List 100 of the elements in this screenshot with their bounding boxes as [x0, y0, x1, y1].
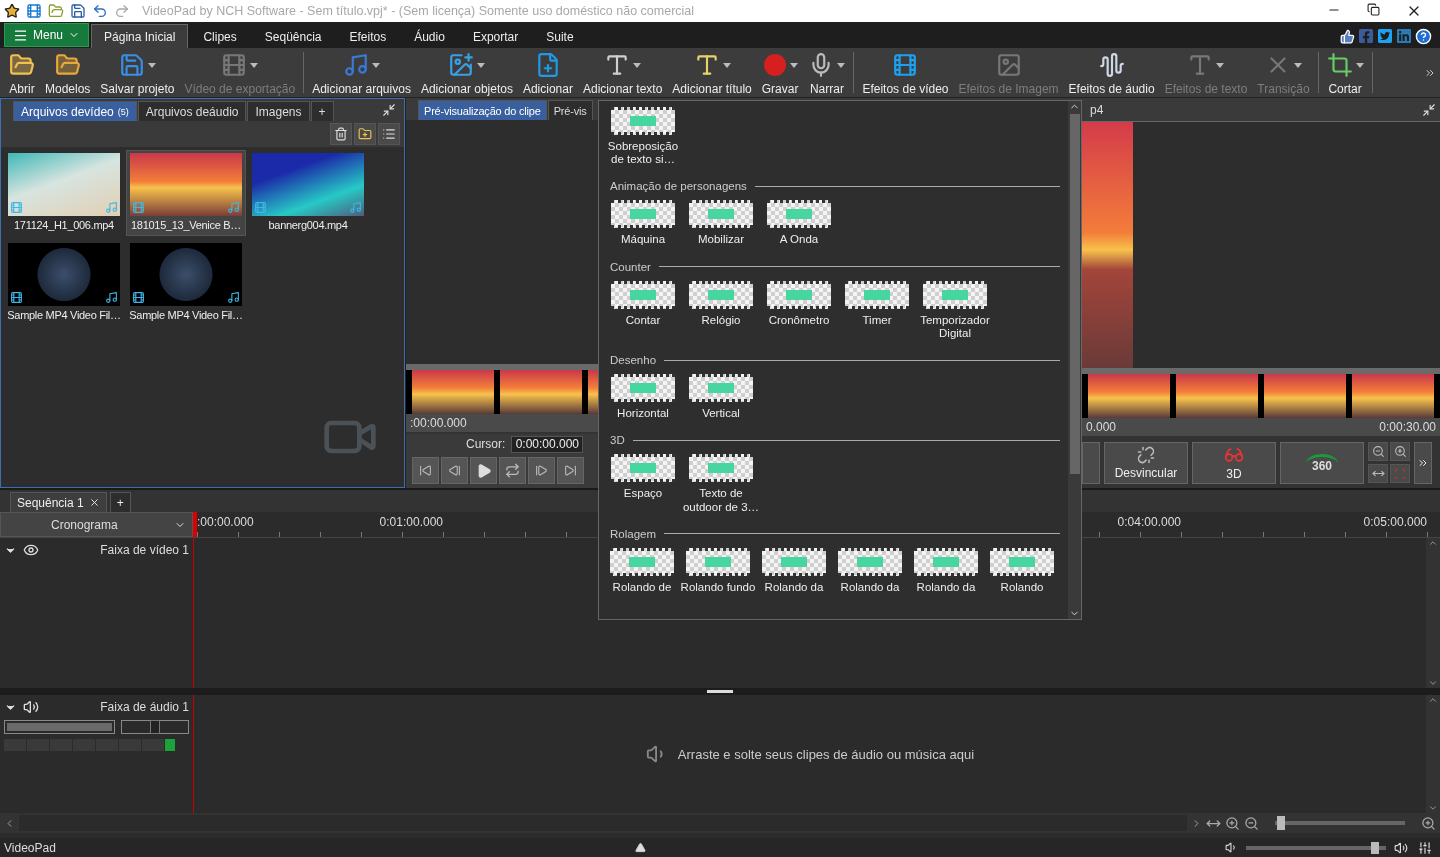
text-effect-item[interactable]: Máquina	[604, 198, 682, 253]
slider-thumb[interactable]	[1371, 841, 1380, 854]
menu-tab[interactable]: Suite	[533, 24, 587, 48]
eye-icon[interactable]	[23, 542, 39, 558]
twitter-icon[interactable]	[1377, 28, 1393, 44]
splitter-handle[interactable]	[707, 690, 733, 693]
toolbar-button[interactable]: Efeitos de vídeo	[857, 48, 954, 97]
file-tab[interactable]: +	[310, 101, 334, 121]
star-icon[interactable]	[4, 3, 20, 19]
cursor-field[interactable]: 0:00:00.000	[511, 435, 584, 453]
film-icon[interactable]	[26, 3, 42, 19]
text-effect-item[interactable]: Sobreposição de texto si…	[604, 105, 682, 173]
preview-tab[interactable]: Pré-visualização do clipe	[418, 100, 547, 120]
file-tab[interactable]: Arquivos deáudio	[137, 101, 247, 121]
mixer-icon[interactable]	[1418, 840, 1432, 855]
zoom-slider[interactable]	[1275, 816, 1405, 830]
start-button[interactable]	[412, 457, 439, 484]
text-effect-item[interactable]: Contar	[604, 278, 682, 347]
unlink-button[interactable]: Desvincular	[1104, 442, 1188, 484]
play-button[interactable]	[470, 457, 497, 484]
triangle-up-icon[interactable]	[634, 842, 646, 853]
view-mode-dropdown[interactable]: Cronograma	[0, 512, 193, 537]
file-item[interactable]: Sample MP4 Video Fil…	[5, 241, 123, 325]
slider-thumb[interactable]	[150, 720, 161, 734]
text-effect-item[interactable]: Rolando da	[756, 545, 832, 600]
text-effect-item[interactable]: Mobilizar	[682, 198, 760, 253]
help-icon[interactable]	[1415, 27, 1432, 45]
file-tab[interactable]: Imagens	[247, 101, 310, 121]
slider-thumb[interactable]	[1277, 816, 1286, 830]
pan-slider[interactable]	[121, 720, 189, 734]
menu-tab[interactable]: Seqüência	[251, 24, 335, 48]
360-button[interactable]: 360	[1280, 442, 1364, 484]
menu-button[interactable]: Menu	[4, 23, 90, 47]
restore-icon[interactable]	[1367, 3, 1380, 16]
text-effect-item[interactable]: Timer	[838, 278, 916, 347]
menu-tab[interactable]: Página Inicial	[91, 24, 189, 48]
fit-button[interactable]	[1368, 464, 1388, 483]
file-item[interactable]: bannerg004.mp4	[249, 151, 367, 235]
zoom-in-icon[interactable]	[1421, 815, 1436, 831]
step-back-button[interactable]	[441, 457, 468, 484]
undo-icon[interactable]	[92, 3, 108, 19]
expand-button[interactable]	[1414, 442, 1432, 484]
text-effect-item[interactable]: Texto de outdoor de 3…	[682, 452, 760, 520]
scroll-up-icon[interactable]	[1428, 695, 1438, 705]
text-effect-item[interactable]: Vertical	[682, 372, 760, 427]
file-item[interactable]: Sample MP4 Video Fil…	[127, 241, 245, 325]
toolbar-button[interactable]: Adicionar objetos	[415, 48, 518, 97]
toolbar-button[interactable]: Modelos	[40, 48, 96, 97]
toolbar-button[interactable]: Adicionar título	[667, 48, 757, 97]
3d-button[interactable]: 3D	[1192, 442, 1276, 484]
toolbar-button[interactable]: Abrir	[4, 48, 40, 97]
loop-button[interactable]	[499, 457, 526, 484]
add-folder-button[interactable]	[354, 123, 376, 145]
scroll-down-icon[interactable]	[1428, 678, 1438, 688]
delete-button[interactable]	[330, 123, 352, 145]
folder-icon[interactable]	[48, 3, 64, 19]
toolbar-button[interactable]: Cortar	[1321, 48, 1369, 97]
step-forward-button[interactable]	[528, 457, 555, 484]
text-effect-item[interactable]: Rolando da	[908, 545, 984, 600]
toolbar-button[interactable]: Adicionar	[517, 48, 578, 97]
toolbar-button[interactable]: Narrar	[803, 48, 851, 97]
text-effect-item[interactable]: Temporizador Digital	[916, 278, 994, 347]
scroll-up-icon[interactable]	[1428, 538, 1438, 548]
speaker-icon[interactable]	[23, 699, 39, 715]
undock-icon[interactable]	[1422, 102, 1436, 117]
toolbar-button[interactable]: Gravar	[756, 48, 804, 97]
toolbar-button[interactable]: Adicionar texto	[577, 48, 668, 97]
undock-icon[interactable]	[382, 103, 396, 117]
text-effect-item[interactable]: Espaço	[604, 452, 682, 520]
menu-tab[interactable]: Efeitos	[336, 24, 400, 48]
sequence-tab[interactable]: Sequência 1	[10, 492, 107, 512]
end-button[interactable]	[557, 457, 584, 484]
thumbs-up-icon[interactable]	[1340, 28, 1355, 44]
text-effect-item[interactable]: Rolando de	[604, 545, 680, 600]
text-effect-item[interactable]: A Onda	[760, 198, 838, 253]
linkedin-icon[interactable]	[1396, 28, 1412, 44]
zoom-out-button[interactable]	[1368, 442, 1388, 461]
menu-tab[interactable]: Exportar	[459, 24, 532, 48]
text-effect-item[interactable]: Horizontal	[604, 372, 682, 427]
speaker-icon[interactable]	[1225, 841, 1238, 854]
list-view-button[interactable]	[378, 123, 400, 145]
preview-tab[interactable]: Pré-vis	[547, 100, 593, 120]
zoom-out-icon[interactable]	[1244, 815, 1259, 831]
text-effect-item[interactable]: Rolando fundo	[680, 545, 756, 600]
speaker-icon[interactable]	[1394, 840, 1408, 855]
menu-tab[interactable]: Clipes	[190, 24, 250, 48]
file-item[interactable]: 171124_H1_006.mp4	[5, 151, 123, 235]
text-effect-item[interactable]: Rolando	[984, 545, 1060, 600]
toolbar-button[interactable]: Salvar projeto	[95, 48, 180, 97]
text-effect-item[interactable]: Cronômetro	[760, 278, 838, 347]
text-effect-item[interactable]: Rolando da	[832, 545, 908, 600]
close-icon[interactable]	[88, 497, 100, 508]
zoom-in-button[interactable]	[1390, 442, 1410, 461]
scrollbar-thumb[interactable]	[1069, 114, 1080, 474]
toolbar-button[interactable]: Adicionar arquivos	[307, 48, 416, 97]
toolbar-button[interactable]: Efeitos de áudio	[1063, 48, 1160, 97]
sequence-tab[interactable]: +	[109, 492, 131, 512]
menu-tab[interactable]: Áudio	[401, 24, 458, 48]
scroll-down-icon[interactable]	[1428, 803, 1438, 813]
zoom-in-icon[interactable]	[1225, 815, 1240, 831]
